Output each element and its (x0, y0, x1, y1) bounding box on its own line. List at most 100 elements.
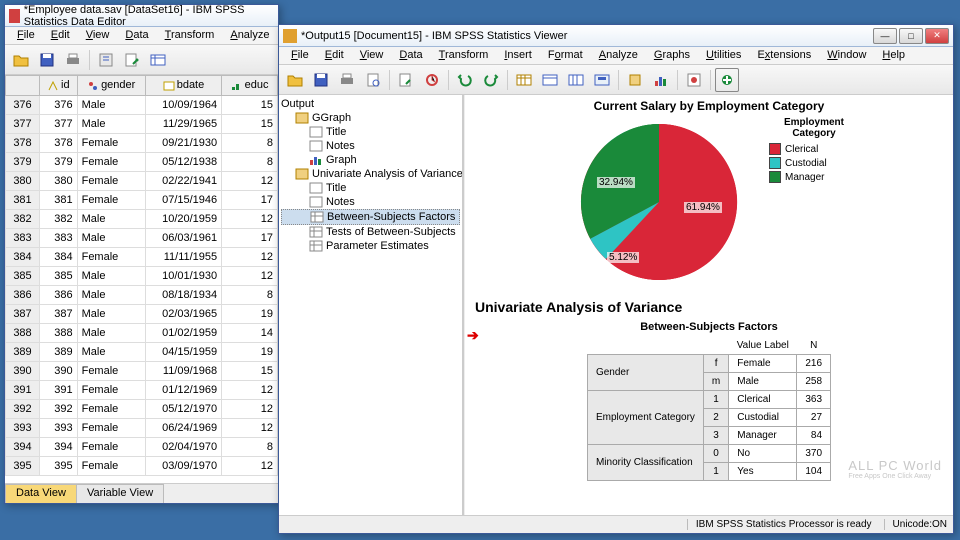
menu-view[interactable]: View (352, 47, 392, 64)
recall-button[interactable] (94, 48, 118, 72)
table-row[interactable]: 385385Male10/01/193012 (6, 267, 278, 286)
window-title: *Employee data.sav [DataSet16] - IBM SPS… (24, 4, 274, 28)
table-row[interactable]: 377377Male11/29/196515 (6, 115, 278, 134)
menu-window[interactable]: Window (819, 47, 874, 64)
preview-button[interactable] (361, 68, 385, 92)
menu-analyze[interactable]: Analyze (222, 27, 277, 44)
table-row[interactable]: 381381Female07/15/194617 (6, 191, 278, 210)
outline-uav[interactable]: Univariate Analysis of Variance (281, 167, 460, 181)
tab-variable-view[interactable]: Variable View (76, 484, 164, 503)
outline-output[interactable]: Output (281, 97, 460, 111)
insert-button[interactable] (623, 68, 647, 92)
outline-ggraph[interactable]: GGraph (281, 111, 460, 125)
table-row[interactable]: 388388Male01/02/195914 (6, 324, 278, 343)
export-button[interactable] (394, 68, 418, 92)
outline-ggraph-notes[interactable]: Notes (281, 139, 460, 153)
table-row[interactable]: 380380Female02/22/194112 (6, 172, 278, 191)
menu-extensions[interactable]: Extensions (749, 47, 819, 64)
print-button[interactable] (61, 48, 85, 72)
undo-button[interactable] (453, 68, 477, 92)
menu-graphs[interactable]: Graphs (646, 47, 698, 64)
outline-ggraph-title[interactable]: Title (281, 125, 460, 139)
table-icon (309, 226, 323, 238)
table-row[interactable]: Employment Category1Clerical363 (587, 391, 830, 409)
pie-chart[interactable]: Current Salary by Employment Category (465, 95, 953, 291)
outline-ggraph-graph[interactable]: Graph (281, 153, 460, 167)
save-button[interactable] (309, 68, 333, 92)
status-processor: IBM SPSS Statistics Processor is ready (687, 519, 872, 530)
menu-file[interactable]: File (283, 47, 317, 64)
menu-edit[interactable]: Edit (317, 47, 352, 64)
outline-uav-notes[interactable]: Notes (281, 195, 460, 209)
outline-uav-tbs[interactable]: Tests of Between-Subjects (281, 225, 460, 239)
table-row[interactable]: Minority Classification0No370 (587, 445, 830, 463)
table-row[interactable]: 382382Male10/20/195912 (6, 210, 278, 229)
open-button[interactable] (283, 68, 307, 92)
menu-view[interactable]: View (78, 27, 118, 44)
titlebar[interactable]: *Output15 [Document15] - IBM SPSS Statis… (279, 25, 953, 47)
outline-uav-bsf[interactable]: Between-Subjects Factors (281, 209, 460, 225)
menu-format[interactable]: Format (540, 47, 591, 64)
scale-icon (47, 80, 59, 92)
table-row[interactable]: 393393Female06/24/196912 (6, 419, 278, 438)
menu-help[interactable]: Help (874, 47, 913, 64)
table-row[interactable]: 384384Female11/11/195512 (6, 248, 278, 267)
outline-pane[interactable]: Output GGraph Title Notes Graph Univaria… (279, 95, 464, 515)
minimize-button[interactable]: — (873, 28, 897, 44)
save-button[interactable] (35, 48, 59, 72)
designate-button[interactable] (715, 68, 739, 92)
goto-button[interactable] (120, 48, 144, 72)
table-row[interactable]: 395395Female03/09/197012 (6, 457, 278, 476)
menu-transform[interactable]: Transform (431, 47, 497, 64)
outline-uav-pe[interactable]: Parameter Estimates (281, 239, 460, 253)
menu-file[interactable]: File (9, 27, 43, 44)
menubar: File Edit View Data Transform Insert For… (279, 47, 953, 65)
table-row[interactable]: 387387Male02/03/196519 (6, 305, 278, 324)
pie-label-custodial: 5.12% (607, 252, 639, 263)
maximize-button[interactable]: □ (899, 28, 923, 44)
table-row[interactable]: 386386Male08/18/19348 (6, 286, 278, 305)
print-button[interactable] (335, 68, 359, 92)
table-row[interactable]: 394394Female02/04/19708 (6, 438, 278, 457)
open-button[interactable] (9, 48, 33, 72)
titlebar[interactable]: *Employee data.sav [DataSet16] - IBM SPS… (5, 5, 278, 27)
bsf-heading: Between-Subjects Factors (465, 321, 953, 333)
goto-data-button[interactable] (512, 68, 536, 92)
title-icon (309, 182, 323, 194)
menu-transform[interactable]: Transform (157, 27, 223, 44)
menu-analyze[interactable]: Analyze (591, 47, 646, 64)
table-row[interactable]: 389389Male04/15/195919 (6, 343, 278, 362)
menu-insert[interactable]: Insert (496, 47, 540, 64)
table-row[interactable]: GenderfFemale216 (587, 355, 830, 373)
chart-legend: Employment Category Clerical Custodial M… (769, 117, 859, 287)
table-row[interactable]: 391391Female01/12/196912 (6, 381, 278, 400)
table-row[interactable]: 376376Male10/09/196415 (6, 96, 278, 115)
menu-edit[interactable]: Edit (43, 27, 78, 44)
menu-data[interactable]: Data (391, 47, 430, 64)
notes-icon (309, 140, 323, 152)
chart-button[interactable] (649, 68, 673, 92)
close-button[interactable]: ✕ (925, 28, 949, 44)
menu-utilities[interactable]: Utilities (698, 47, 749, 64)
table-row[interactable]: 390390Female11/09/196815 (6, 362, 278, 381)
content-pane[interactable]: Current Salary by Employment Category (464, 95, 953, 515)
recall-button[interactable] (420, 68, 444, 92)
outline-uav-title[interactable]: Title (281, 181, 460, 195)
script-button[interactable] (682, 68, 706, 92)
table-row[interactable]: 379379Female05/12/19388 (6, 153, 278, 172)
tab-data-view[interactable]: Data View (5, 484, 77, 503)
variables-button[interactable] (146, 48, 170, 72)
between-subjects-factors-table[interactable]: Value LabelN GenderfFemale216mMale258Emp… (587, 337, 831, 481)
variables-button[interactable] (564, 68, 588, 92)
select-button[interactable] (590, 68, 614, 92)
app-icon (283, 29, 297, 43)
menu-data[interactable]: Data (117, 27, 156, 44)
toolbar (279, 65, 953, 95)
goto-case-button[interactable] (538, 68, 562, 92)
redo-button[interactable] (479, 68, 503, 92)
table-row[interactable]: 383383Male06/03/196117 (6, 229, 278, 248)
menubar: File Edit View Data Transform Analyze (5, 27, 278, 45)
data-grid[interactable]: id gender bdate educ 376376Male10/09/196… (5, 75, 278, 483)
table-row[interactable]: 378378Female09/21/19308 (6, 134, 278, 153)
table-row[interactable]: 392392Female05/12/197012 (6, 400, 278, 419)
